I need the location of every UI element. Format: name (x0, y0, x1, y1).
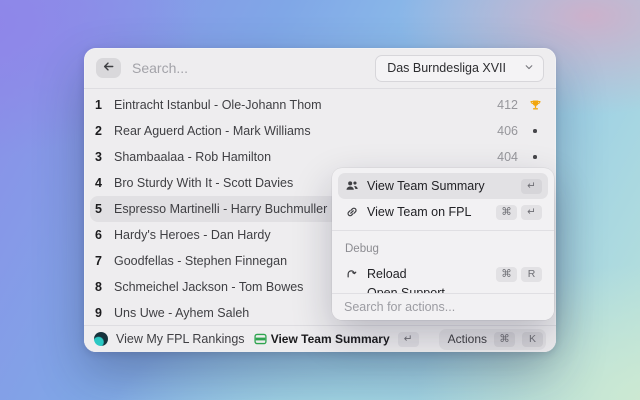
team-title: Hardy's Heroes - Dan Hardy (114, 228, 271, 242)
rank-number: 9 (92, 306, 105, 320)
team-title: Bro Sturdy With It - Scott Davies (114, 176, 293, 190)
points-value: 404 (497, 150, 518, 164)
key-⌘: ⌘ (496, 205, 517, 220)
team-title: Uns Uwe - Ayhem Saleh (114, 306, 249, 320)
command-key: ⌘ (494, 332, 515, 347)
fpl-extension-logo-icon (94, 332, 108, 346)
actions-menu-items: View Team Summary↵View Team on FPL⌘↵Debu… (332, 168, 554, 294)
key-↵: ↵ (521, 205, 542, 220)
menu-section-label: Debug (338, 236, 548, 261)
rank-number: 1 (92, 98, 105, 112)
menu-item-team-summary[interactable]: View Team Summary ↵ (338, 173, 548, 199)
team-title: Goodfellas - Stephen Finnegan (114, 254, 287, 268)
shortcut-keys: ⌘↵ (496, 205, 542, 220)
return-key: ↵ (398, 332, 419, 347)
key-⌘: ⌘ (496, 267, 517, 282)
points-value: 412 (497, 98, 518, 112)
rank-number: 8 (92, 280, 105, 294)
team-title: Shambaalaa - Rob Hamilton (114, 150, 271, 164)
rank-number: 6 (92, 228, 105, 242)
rank-number: 7 (92, 254, 105, 268)
rank-number: 2 (92, 124, 105, 138)
key-R: R (521, 267, 542, 282)
team-summary-icon (344, 179, 359, 193)
reload-icon (344, 267, 359, 281)
team-title: Eintracht Istanbul - Ole-Johann Thom (114, 98, 322, 112)
menu-item-label: View Team on FPL (367, 205, 488, 219)
team-title: Schmeichel Jackson - Tom Bowes (114, 280, 303, 294)
list-item-rank-1[interactable]: 1 Eintracht Istanbul - Ole-Johann Thom 412 (90, 92, 550, 118)
primary-action-label[interactable]: View Team Summary (271, 332, 390, 346)
rank-number: 3 (92, 150, 105, 164)
trophy-icon (528, 99, 542, 112)
desktop-background: Search... Das Burndesliga XVII 1 Eintrach… (0, 0, 640, 400)
chevron-down-icon (524, 61, 534, 75)
team-title: Rear Aguerd Action - Mark Williams (114, 124, 311, 138)
link-icon (344, 205, 359, 219)
rank-number: 4 (92, 176, 105, 190)
rank-number: 5 (92, 202, 105, 216)
menu-item-label: View Team Summary (367, 179, 513, 193)
dot-icon (528, 155, 542, 159)
actions-search-placeholder: Search for actions... (344, 300, 455, 314)
shortcut-keys: ↵ (521, 179, 542, 194)
k-key: K (522, 332, 543, 347)
back-button[interactable] (96, 58, 121, 78)
menu-item-label: Reload (367, 267, 488, 281)
key-↵: ↵ (521, 179, 542, 194)
actions-button-label: Actions (448, 332, 487, 346)
arrow-left-icon (102, 60, 115, 76)
header: Search... Das Burndesliga XVII (84, 48, 556, 89)
menu-separator (332, 230, 554, 231)
cached-card-icon (253, 332, 268, 346)
dot-icon (528, 129, 542, 133)
actions-menu: View Team Summary↵View Team on FPL⌘↵Debu… (332, 168, 554, 320)
status-bar: View My FPL Rankings View Team Summary ↵… (84, 325, 556, 352)
points-value: 406 (497, 124, 518, 138)
list-item-rank-2[interactable]: 2 Rear Aguerd Action - Mark Williams 406 (90, 118, 550, 144)
menu-item-reload[interactable]: Reload⌘R (338, 261, 548, 287)
team-title: Espresso Martinelli - Harry Buchmuller (114, 202, 327, 216)
actions-button[interactable]: Actions ⌘ K (439, 329, 546, 350)
list-item-rank-3[interactable]: 3 Shambaalaa - Rob Hamilton 404 (90, 144, 550, 170)
search-input[interactable]: Search... (132, 60, 375, 76)
command-title: View My FPL Rankings (116, 332, 245, 346)
league-dropdown-value: Das Burndesliga XVII (387, 61, 506, 75)
shortcut-keys: ⌘R (496, 267, 542, 282)
actions-search-input[interactable]: Search for actions... (332, 293, 554, 320)
status-bar-actions: View Team Summary ↵ Actions ⌘ K (271, 329, 546, 350)
league-dropdown[interactable]: Das Burndesliga XVII (375, 55, 544, 82)
menu-item-link[interactable]: View Team on FPL⌘↵ (338, 199, 548, 225)
